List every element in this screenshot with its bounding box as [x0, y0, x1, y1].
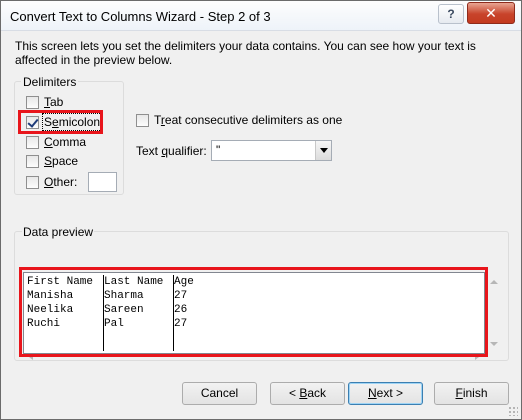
back-button[interactable]: < Back — [270, 382, 345, 405]
other-checkbox-label: Other: — [44, 175, 78, 189]
comma-checkbox-label: Comma — [44, 135, 87, 149]
space-checkbox-row[interactable]: Space — [26, 153, 78, 169]
preview-row: Ruchi Pal 27 — [26, 317, 473, 331]
preview-cell: Sareen — [104, 304, 144, 316]
preview-cell: Sharma — [104, 290, 144, 302]
preview-cell: 27 — [174, 290, 188, 302]
comma-checkbox-row[interactable]: Comma — [26, 134, 86, 150]
preview-cell: Manisha — [27, 290, 74, 302]
tab-checkbox[interactable] — [26, 95, 39, 109]
column-break-line[interactable] — [103, 275, 104, 351]
preview-horizontal-scrollbar[interactable] — [23, 353, 485, 361]
wizard-dialog: Convert Text to Columns Wizard - Step 2 … — [0, 0, 522, 420]
data-preview-label: Data preview — [22, 225, 95, 239]
preview-table: First Name Last Name Age Manisha Sharma 27 Nee… — [26, 275, 473, 331]
consecutive-delimiters-checkbox[interactable] — [136, 113, 149, 127]
scroll-up-icon[interactable] — [490, 280, 498, 284]
preview-row: Manisha Sharma 27 — [26, 289, 473, 303]
scroll-right-icon[interactable] — [475, 354, 479, 360]
preview-cell: Pal — [104, 318, 124, 330]
resize-grip[interactable] — [508, 406, 518, 416]
finish-button[interactable]: Finish — [434, 382, 509, 405]
preview-cell: Ruchi — [27, 318, 61, 330]
space-checkbox[interactable] — [26, 154, 39, 168]
preview-cell: Last Name — [104, 276, 164, 288]
other-delimiter-input[interactable] — [88, 172, 117, 192]
comma-checkbox[interactable] — [26, 135, 39, 149]
space-checkbox-label: Space — [44, 154, 79, 168]
preview-cell: Neelika — [27, 304, 74, 316]
title-bar[interactable]: Convert Text to Columns Wizard - Step 2 … — [1, 1, 521, 31]
consecutive-delimiters-row[interactable]: Treat consecutive delimiters as one — [136, 113, 342, 127]
tab-checkbox-row[interactable]: Tab — [26, 94, 63, 110]
preview-row: First Name Last Name Age — [26, 275, 473, 289]
instructions-text: This screen lets you set the delimiters … — [15, 39, 476, 67]
other-checkbox-row[interactable]: Other: — [26, 174, 77, 190]
semicolon-highlight-box — [18, 110, 103, 134]
consecutive-delimiters-label: Treat consecutive delimiters as one — [154, 113, 343, 127]
cancel-button[interactable]: Cancel — [182, 382, 257, 405]
scroll-left-icon[interactable] — [29, 354, 33, 360]
text-qualifier-label: Text qualifier: — [136, 144, 207, 158]
close-button[interactable]: ✕ — [467, 2, 515, 24]
next-button[interactable]: Next > — [348, 382, 423, 405]
other-checkbox[interactable] — [26, 175, 39, 189]
preview-row: Neelika Sareen 26 — [26, 303, 473, 317]
preview-cell: Age — [174, 276, 194, 288]
help-button[interactable]: ? — [438, 4, 464, 24]
scroll-down-icon[interactable] — [490, 342, 498, 346]
preview-cell: 27 — [174, 318, 188, 330]
data-preview-pane[interactable]: First Name Last Name Age Manisha Sharma 27 Nee… — [23, 272, 485, 354]
column-break-line[interactable] — [173, 275, 174, 351]
preview-cell: First Name — [27, 276, 94, 288]
tab-checkbox-label: Tab — [44, 95, 64, 109]
chevron-down-icon[interactable] — [315, 141, 331, 160]
preview-vertical-scrollbar[interactable] — [487, 272, 501, 354]
text-qualifier-value: " — [216, 143, 221, 157]
preview-cell: 26 — [174, 304, 188, 316]
text-qualifier-select[interactable]: " — [211, 140, 332, 161]
window-title: Convert Text to Columns Wizard - Step 2 … — [10, 9, 271, 24]
delimiters-group-label: Delimiters — [21, 75, 79, 89]
